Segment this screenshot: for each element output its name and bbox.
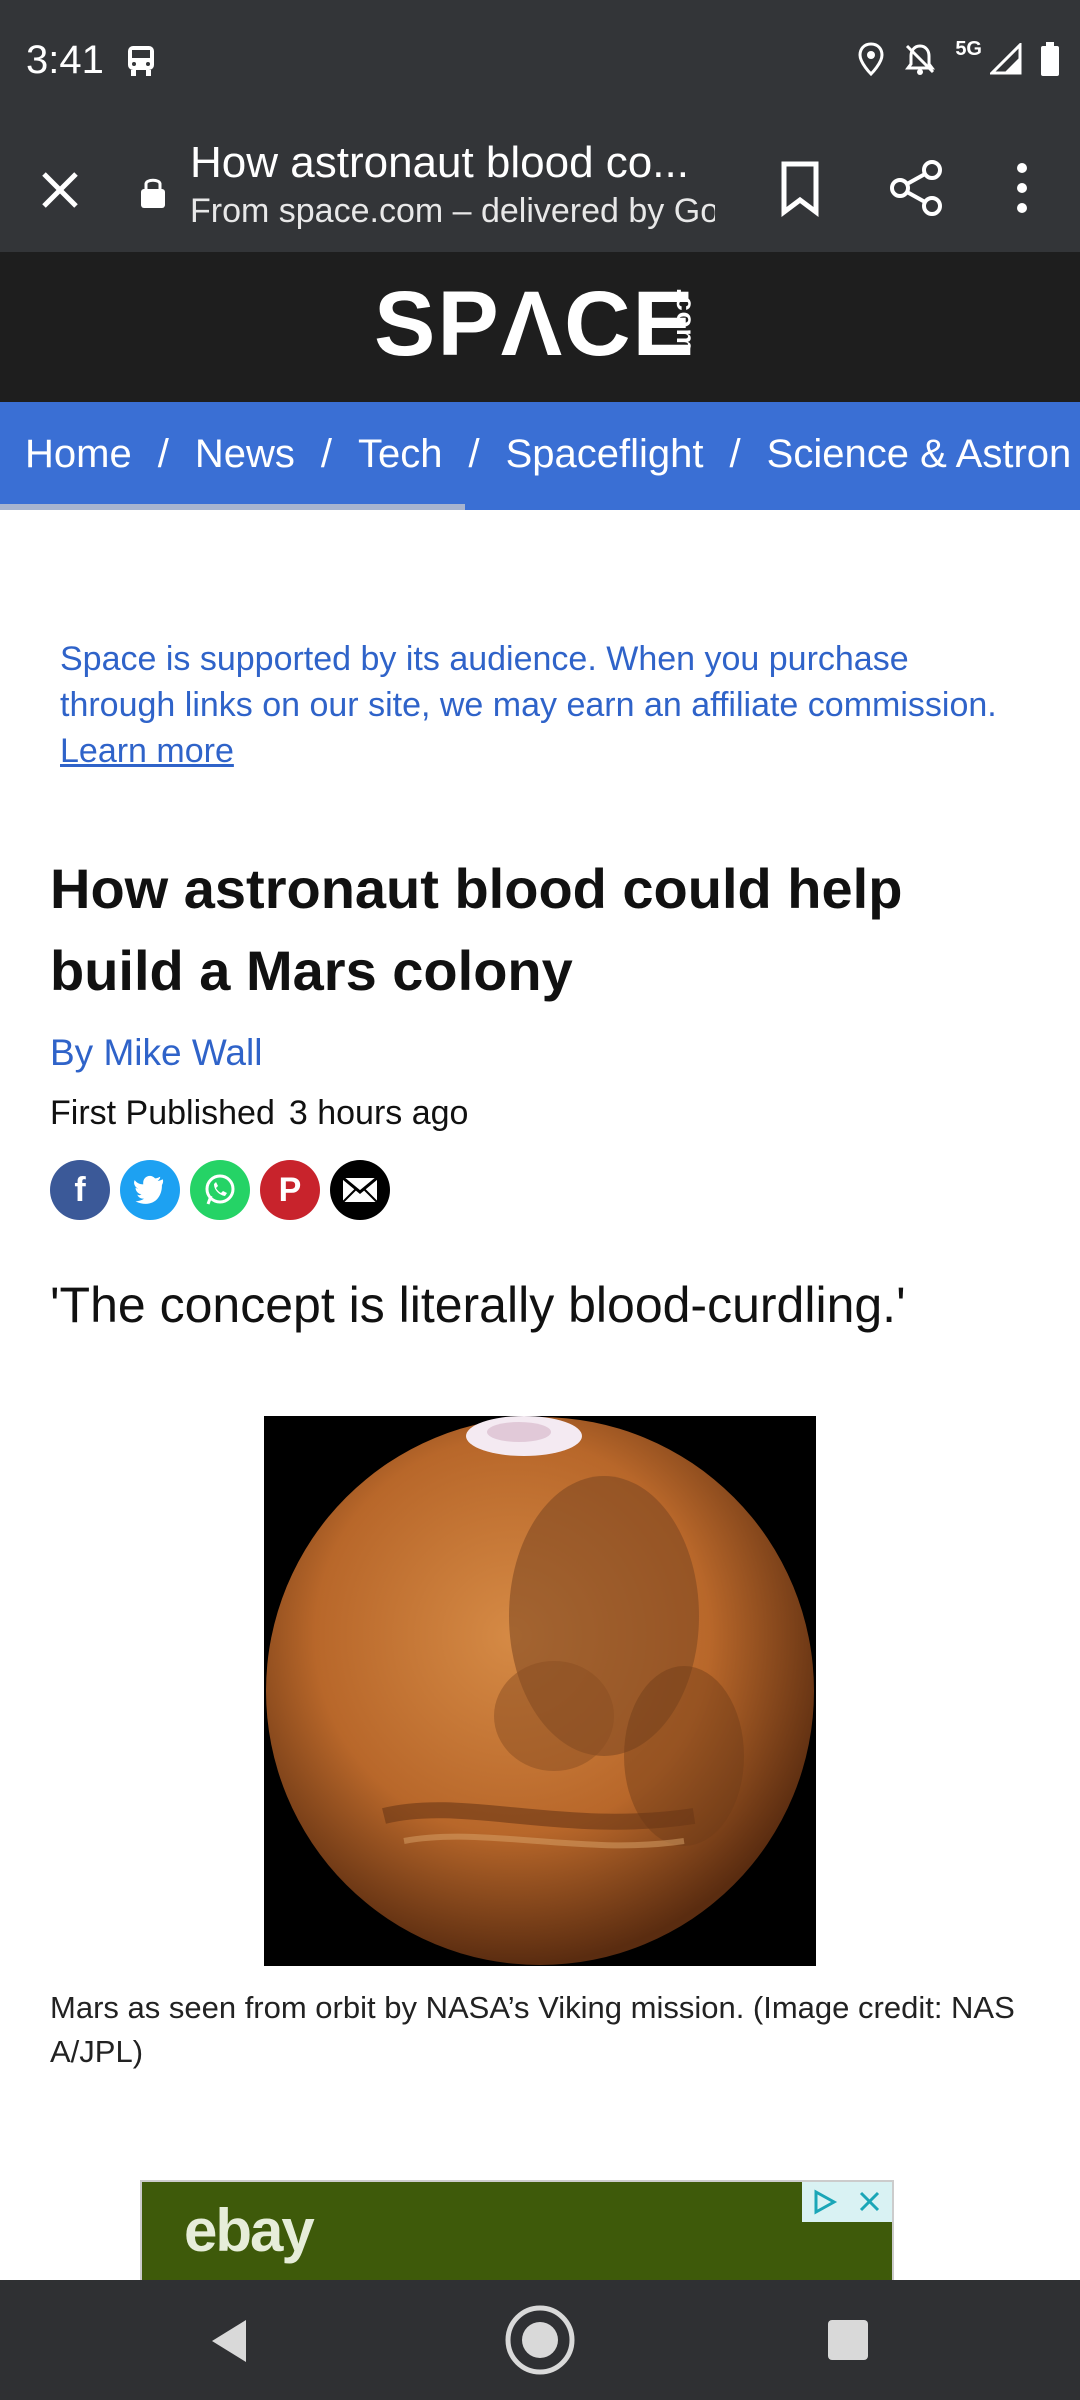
logo-main: SPΛCE <box>374 273 696 375</box>
ad-choices[interactable] <box>802 2182 892 2222</box>
status-bar: 3:41 5G <box>0 0 1080 128</box>
home-icon[interactable] <box>504 2304 576 2376</box>
published-date: First Published 3 hours ago <box>50 1094 468 1133</box>
breadcrumb-news[interactable]: News <box>195 432 295 477</box>
twitter-share-icon[interactable] <box>120 1160 180 1220</box>
status-time: 3:41 <box>26 38 104 82</box>
advertisement-banner[interactable]: ebay <box>140 2180 894 2284</box>
location-icon <box>858 42 884 76</box>
breadcrumb-spaceflight[interactable]: Spaceflight <box>506 432 704 477</box>
page-origin[interactable]: From space.com – delivered by Go <box>190 192 715 231</box>
page-title[interactable]: How astronaut blood co... <box>190 138 710 188</box>
breadcrumb: Home / News / Tech / Spaceflight / Scien… <box>0 402 1080 510</box>
bus-icon <box>128 46 154 76</box>
author-byline[interactable]: By Mike Wall <box>50 1032 262 1074</box>
facebook-share-icon[interactable]: f <box>50 1160 110 1220</box>
back-icon[interactable] <box>206 2316 254 2366</box>
breadcrumb-separator: / <box>157 432 169 476</box>
affiliate-text: Space is supported by its audience. When… <box>60 640 997 724</box>
breadcrumb-science-astronomy[interactable]: Science & Astron <box>767 432 1072 477</box>
logo-suffix: .com <box>671 288 701 353</box>
published-label: First Published <box>50 1094 275 1132</box>
email-share-icon[interactable] <box>330 1160 390 1220</box>
notifications-off-icon <box>905 44 936 75</box>
article-pull-quote: 'The concept is literally blood-curdling… <box>50 1277 906 1333</box>
recents-icon[interactable] <box>828 2320 868 2360</box>
signal-icon <box>990 43 1022 75</box>
share-buttons: f P <box>50 1160 390 1220</box>
image-caption: Mars as seen from orbit by NASA’s Viking… <box>50 1990 1015 2069</box>
lock-icon[interactable] <box>138 174 168 210</box>
ad-choices-icon[interactable] <box>802 2182 847 2222</box>
custom-tab-toolbar: How astronaut blood co... From space.com… <box>0 128 1080 252</box>
whatsapp-share-icon[interactable] <box>190 1160 250 1220</box>
breadcrumb-scroll-indicator <box>0 504 465 510</box>
published-value: 3 hours ago <box>288 1094 469 1132</box>
share-icon[interactable] <box>886 158 946 218</box>
site-logo[interactable]: SPΛCE .com <box>374 278 701 370</box>
breadcrumb-separator: / <box>729 432 741 476</box>
breadcrumb-home[interactable]: Home <box>25 432 132 477</box>
breadcrumb-separator: / <box>468 432 480 476</box>
ad-close-icon[interactable] <box>847 2182 892 2222</box>
battery-icon <box>1041 42 1059 76</box>
mars-image[interactable] <box>264 1416 816 1966</box>
article-title: How astronaut blood could help build a M… <box>50 857 903 1002</box>
bookmark-icon[interactable] <box>772 158 828 218</box>
ad-brand: ebay <box>184 2197 315 2264</box>
network-label: 5G <box>955 37 982 60</box>
pinterest-share-icon[interactable]: P <box>260 1160 320 1220</box>
close-icon[interactable] <box>36 166 84 214</box>
breadcrumb-tech[interactable]: Tech <box>358 432 443 477</box>
affiliate-disclosure: Space is supported by its audience. When… <box>60 636 1020 774</box>
breadcrumb-separator: / <box>320 432 332 476</box>
system-nav-bar <box>0 2280 1080 2400</box>
learn-more-link[interactable]: Learn more <box>60 732 234 770</box>
more-options-icon[interactable] <box>1002 158 1042 218</box>
